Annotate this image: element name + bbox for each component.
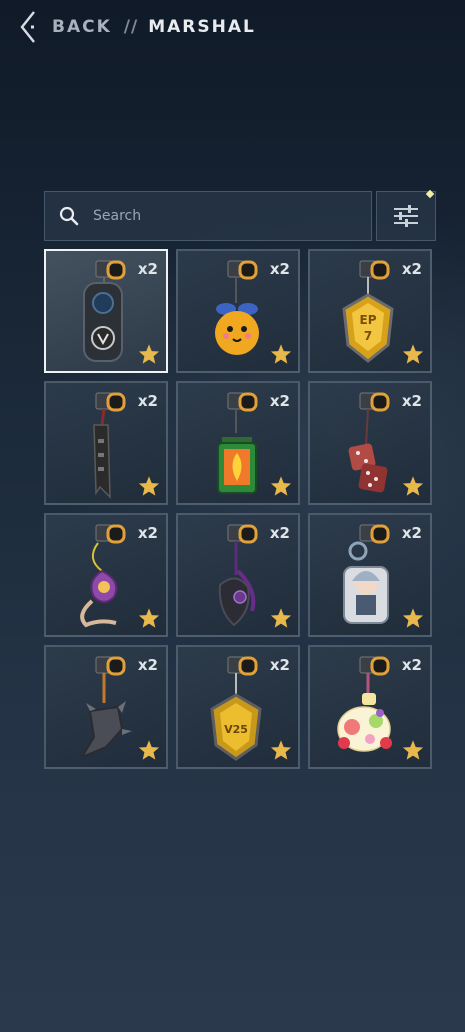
star-icon [270, 608, 292, 628]
back-button[interactable] [18, 10, 42, 44]
keyring-clip-icon [95, 392, 126, 412]
keyring-clip-icon [227, 260, 258, 280]
breadcrumb-separator: // [123, 17, 139, 37]
item-count: x2 [401, 260, 422, 278]
charm-tile[interactable]: x2 [176, 513, 300, 637]
keyring-clip-icon [95, 656, 126, 676]
svg-text:V25: V25 [224, 723, 248, 736]
charm-tile[interactable]: V25 x2 [176, 645, 300, 769]
keyring-clip-icon [227, 392, 258, 412]
star-icon [402, 476, 424, 496]
keyring-clip-icon [359, 392, 390, 412]
star-icon [402, 740, 424, 760]
item-count: x2 [269, 392, 290, 410]
star-icon [138, 344, 160, 364]
item-count: x2 [137, 392, 158, 410]
star-icon [402, 344, 424, 364]
charm-tile[interactable]: EP 7 x2 [308, 249, 432, 373]
charm-tile[interactable]: x2 [44, 513, 168, 637]
charm-tile[interactable]: x2 [308, 381, 432, 505]
item-count: x2 [401, 656, 422, 674]
star-icon [138, 740, 160, 760]
new-indicator-dot [425, 189, 435, 199]
page-title: MARSHAL [148, 17, 256, 37]
charm-tile[interactable]: x2 [44, 381, 168, 505]
charm-tile[interactable]: x2 [44, 645, 168, 769]
search-icon [59, 206, 79, 226]
keyring-clip-icon [359, 656, 390, 676]
star-icon [138, 608, 160, 628]
svg-text:EP: EP [360, 313, 377, 327]
charm-tile[interactable]: x2 [44, 249, 168, 373]
keyring-clip-icon [95, 260, 126, 280]
charm-tile[interactable]: x2 [308, 513, 432, 637]
keyring-clip-icon [227, 656, 258, 676]
item-count: x2 [269, 524, 290, 542]
charm-grid: x2 x2 EP 7 x2 x2 x2 x2 x2 x2 x2 x2 V25 x… [44, 249, 432, 769]
keyring-clip-icon [95, 524, 126, 544]
item-count: x2 [269, 260, 290, 278]
star-icon [138, 476, 160, 496]
keyring-clip-icon [359, 260, 390, 280]
svg-text:7: 7 [364, 329, 372, 343]
item-count: x2 [137, 260, 158, 278]
keyring-clip-icon [359, 524, 390, 544]
item-count: x2 [269, 656, 290, 674]
search-input[interactable] [91, 207, 345, 225]
header: BACK // MARSHAL [18, 10, 256, 44]
item-count: x2 [401, 392, 422, 410]
charm-tile[interactable]: x2 [176, 381, 300, 505]
item-count: x2 [137, 656, 158, 674]
item-count: x2 [137, 524, 158, 542]
charm-tile[interactable]: x2 [308, 645, 432, 769]
chevron-left-icon [20, 11, 35, 43]
charm-tile[interactable]: x2 [176, 249, 300, 373]
star-icon [402, 608, 424, 628]
star-icon [270, 740, 292, 760]
star-icon [270, 344, 292, 364]
back-label[interactable]: BACK [52, 17, 112, 37]
keyring-clip-icon [227, 524, 258, 544]
item-count: x2 [401, 524, 422, 542]
filter-button[interactable] [376, 189, 436, 241]
sliders-icon [394, 205, 418, 227]
star-icon [270, 476, 292, 496]
search-bar[interactable] [44, 191, 372, 241]
